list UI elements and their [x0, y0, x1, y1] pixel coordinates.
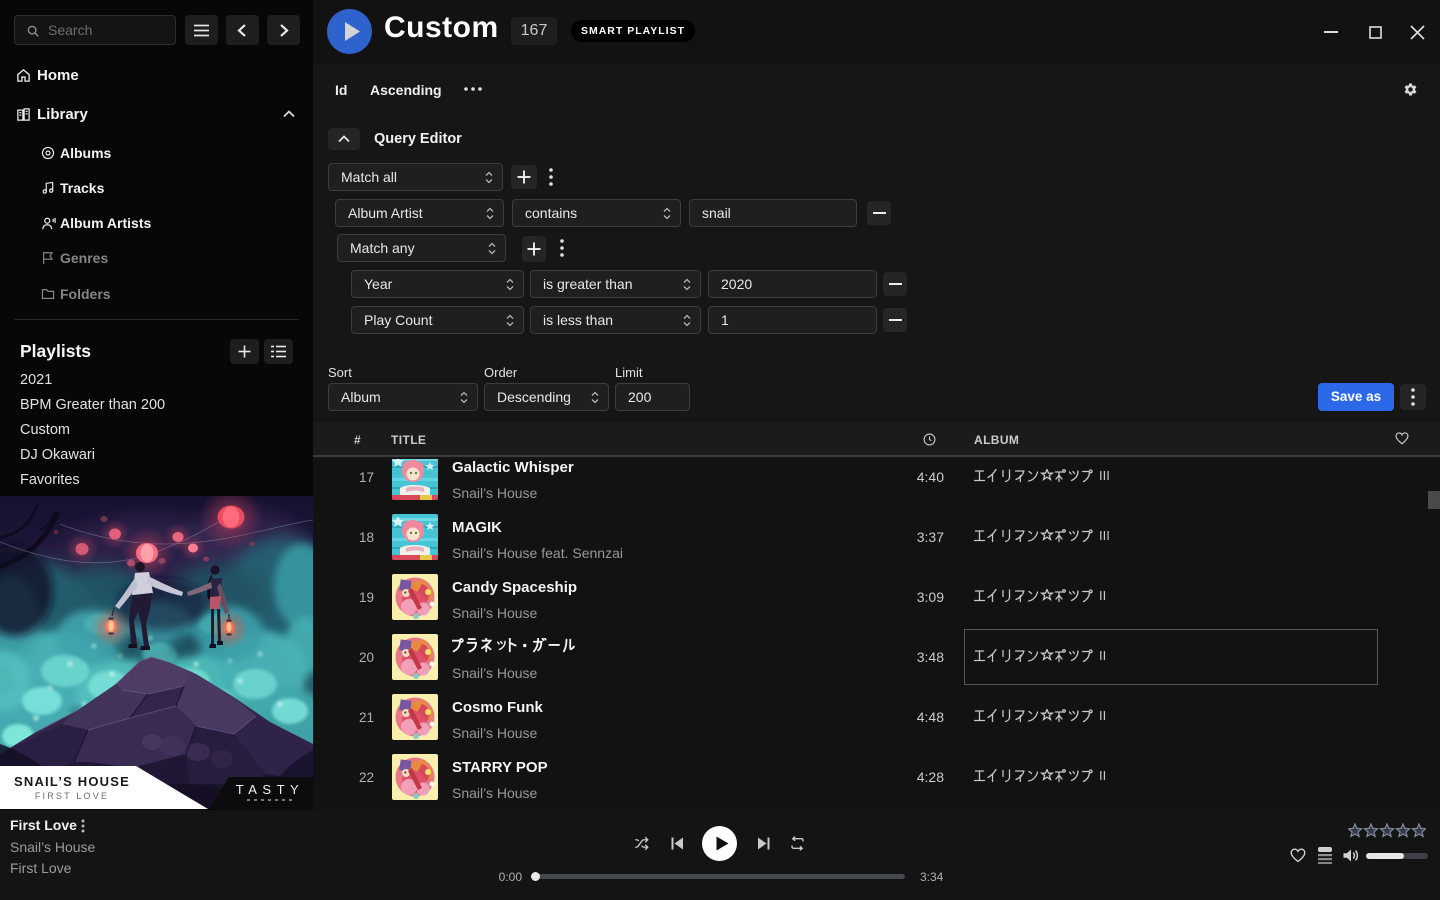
- svg-text:III: III: [1099, 469, 1110, 483]
- svg-text:II: II: [1099, 649, 1106, 663]
- svg-text:FIRST LOVE: FIRST LOVE: [35, 791, 109, 801]
- svg-text:II: II: [1099, 709, 1106, 723]
- svg-text:II: II: [1099, 589, 1106, 603]
- svg-text:SNAIL’S HOUSE: SNAIL’S HOUSE: [14, 774, 130, 789]
- svg-text:TASTY: TASTY: [236, 782, 304, 797]
- svg-text:III: III: [1099, 529, 1110, 543]
- svg-text:II: II: [1099, 769, 1106, 783]
